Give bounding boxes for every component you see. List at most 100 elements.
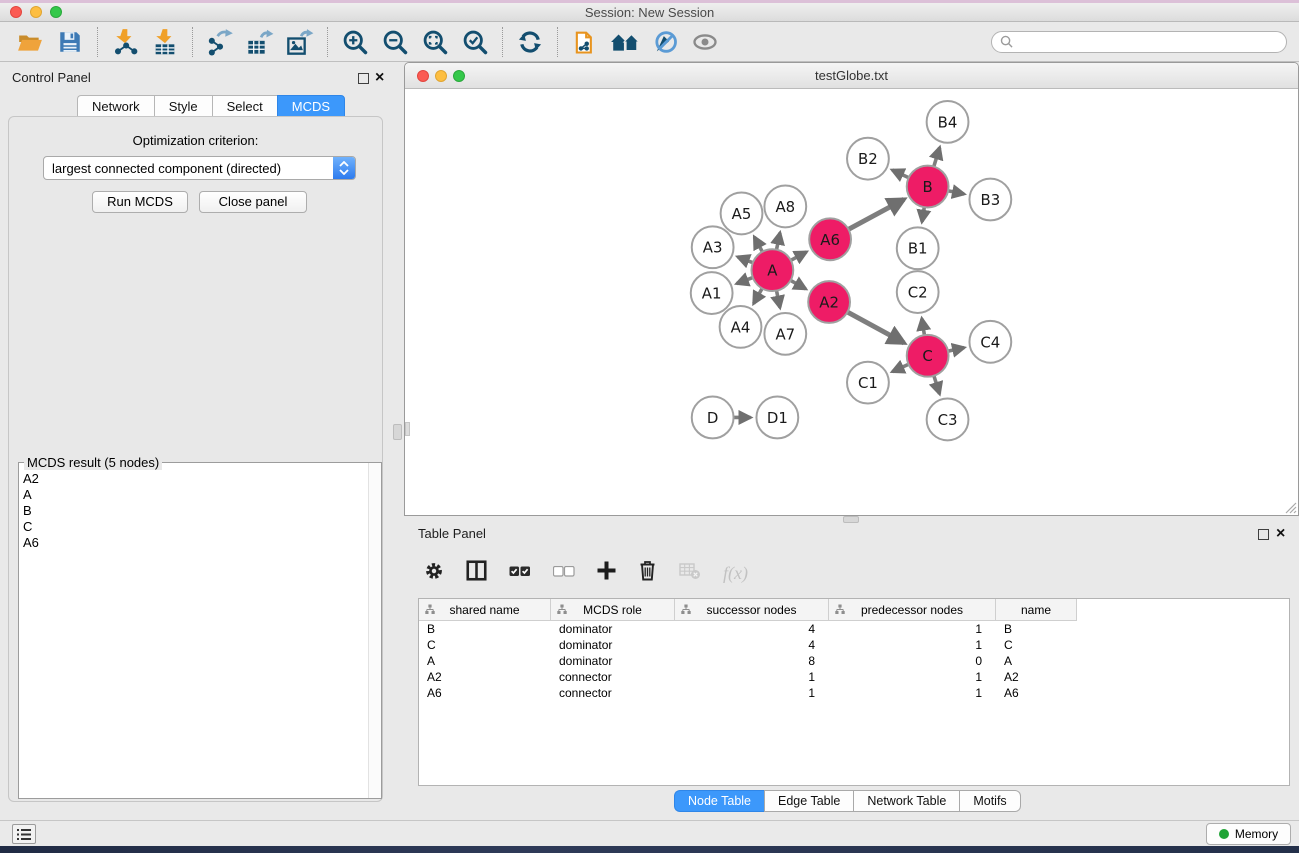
edge-B-B2[interactable] — [892, 170, 909, 178]
mcds-result-item[interactable]: C — [23, 519, 367, 535]
search-input[interactable] — [1018, 35, 1278, 49]
hide-style-button[interactable] — [645, 25, 685, 59]
column-header-name[interactable]: name — [996, 599, 1077, 621]
node-C1[interactable]: C1 — [847, 362, 889, 404]
node-A3[interactable]: A3 — [692, 226, 734, 268]
column-header-mcds-role[interactable]: MCDS role — [551, 599, 675, 621]
edge-B-B3[interactable] — [947, 191, 964, 194]
node-C2[interactable]: C2 — [897, 271, 939, 313]
mcds-result-item[interactable]: A — [23, 487, 367, 503]
select-all-columns-button[interactable] — [509, 564, 531, 582]
node-B3[interactable]: B3 — [969, 179, 1011, 221]
table-row[interactable]: Adominator80A — [419, 653, 1289, 669]
resize-grip-icon[interactable] — [1284, 501, 1297, 514]
open-session-button[interactable] — [10, 25, 50, 59]
close-panel-button[interactable]: Close panel — [199, 191, 307, 213]
edge-A-A5[interactable] — [754, 237, 763, 253]
table-panel-close-button[interactable]: × — [1276, 527, 1285, 541]
control-panel-float-button[interactable] — [358, 73, 369, 84]
edge-C-C1[interactable] — [892, 364, 909, 372]
import-table-button[interactable] — [145, 25, 185, 59]
tab-node-table[interactable]: Node Table — [674, 790, 764, 812]
function-builder-button[interactable]: f(x) — [723, 563, 748, 584]
edge-A-A7[interactable] — [776, 290, 780, 308]
node-A[interactable]: A — [751, 249, 793, 291]
unselect-all-columns-button[interactable] — [553, 564, 575, 582]
node-B4[interactable]: B4 — [927, 101, 969, 143]
tab-select[interactable]: Select — [212, 95, 277, 117]
network-window-titlebar[interactable]: testGlobe.txt — [405, 63, 1298, 89]
tab-network-table[interactable]: Network Table — [853, 790, 959, 812]
criterion-dropdown[interactable]: largest connected component (directed) — [43, 156, 356, 180]
column-header-predecessor-nodes[interactable]: predecessor nodes — [829, 599, 996, 621]
tab-edge-table[interactable]: Edge Table — [764, 790, 853, 812]
table-settings-button[interactable] — [424, 561, 444, 586]
search-field[interactable] — [991, 31, 1287, 53]
network-canvas[interactable]: B4B2BB3A8A5A6A3B1AA1C2A2A4A7C4CC1DD1C3 — [405, 90, 1298, 515]
vertical-splitter-grip[interactable] — [393, 424, 402, 440]
delete-column-button[interactable] — [638, 560, 657, 586]
table-row[interactable]: A2connector11A2 — [419, 669, 1289, 685]
mcds-result-item[interactable]: A2 — [23, 471, 367, 487]
table-row[interactable]: A6connector11A6 — [419, 685, 1289, 701]
export-table-button[interactable] — [240, 25, 280, 59]
node-A1[interactable]: A1 — [691, 272, 733, 314]
delete-table-button[interactable] — [679, 562, 701, 585]
node-D1[interactable]: D1 — [756, 397, 798, 439]
edge-A2-C[interactable] — [847, 312, 904, 343]
show-hide-button[interactable] — [685, 25, 725, 59]
node-C3[interactable]: C3 — [927, 399, 969, 441]
edge-C-C3[interactable] — [934, 375, 940, 394]
node-A8[interactable]: A8 — [764, 186, 806, 228]
edge-C-C2[interactable] — [922, 319, 925, 336]
node-A4[interactable]: A4 — [720, 306, 762, 348]
table-panel-float-button[interactable] — [1258, 529, 1269, 540]
zoom-selected-button[interactable] — [455, 25, 495, 59]
tab-style[interactable]: Style — [154, 95, 212, 117]
control-panel-close-button[interactable]: × — [375, 71, 384, 85]
edge-A-A2[interactable] — [790, 280, 806, 289]
zoom-fit-button[interactable] — [415, 25, 455, 59]
node-C4[interactable]: C4 — [969, 321, 1011, 363]
edge-A6-B[interactable] — [848, 199, 904, 229]
create-column-button[interactable] — [597, 561, 616, 585]
node-A2[interactable]: A2 — [808, 281, 850, 323]
tab-network[interactable]: Network — [77, 95, 154, 117]
edge-A-A3[interactable] — [738, 257, 754, 263]
task-history-button[interactable] — [12, 824, 36, 844]
result-scrollbar[interactable] — [368, 463, 381, 798]
mcds-result-item[interactable]: A6 — [23, 535, 367, 551]
edge-C-C4[interactable] — [947, 348, 964, 352]
edge-A-A4[interactable] — [754, 288, 763, 304]
node-C[interactable]: C — [907, 335, 949, 377]
column-header-successor-nodes[interactable]: successor nodes — [675, 599, 829, 621]
mcds-result-item[interactable]: B — [23, 503, 367, 519]
import-network-button[interactable] — [105, 25, 145, 59]
node-A5[interactable]: A5 — [721, 193, 763, 235]
save-session-button[interactable] — [50, 25, 90, 59]
table-row[interactable]: Cdominator41C — [419, 637, 1289, 653]
edge-B-B1[interactable] — [922, 206, 925, 222]
zoom-in-button[interactable] — [335, 25, 375, 59]
node-B2[interactable]: B2 — [847, 138, 889, 180]
node-B1[interactable]: B1 — [897, 227, 939, 269]
export-image-button[interactable] — [280, 25, 320, 59]
run-mcds-button[interactable]: Run MCDS — [92, 191, 188, 213]
tab-mcds[interactable]: MCDS — [277, 95, 345, 117]
refresh-button[interactable] — [510, 25, 550, 59]
column-header-shared-name[interactable]: shared name — [419, 599, 551, 621]
zoom-out-button[interactable] — [375, 25, 415, 59]
tab-motifs[interactable]: Motifs — [959, 790, 1020, 812]
horizontal-splitter-grip[interactable] — [843, 516, 859, 523]
table-row[interactable]: Bdominator41B — [419, 621, 1289, 637]
node-A6[interactable]: A6 — [809, 218, 851, 260]
export-network-button[interactable] — [200, 25, 240, 59]
show-column-panel-button[interactable] — [466, 560, 487, 586]
memory-button[interactable]: Memory — [1206, 823, 1291, 845]
edge-A-A6[interactable] — [790, 252, 806, 261]
edge-A-A8[interactable] — [776, 233, 780, 251]
node-D[interactable]: D — [692, 397, 734, 439]
edge-A-A1[interactable] — [737, 277, 754, 283]
node-B[interactable]: B — [907, 166, 949, 208]
home-button[interactable] — [605, 25, 645, 59]
